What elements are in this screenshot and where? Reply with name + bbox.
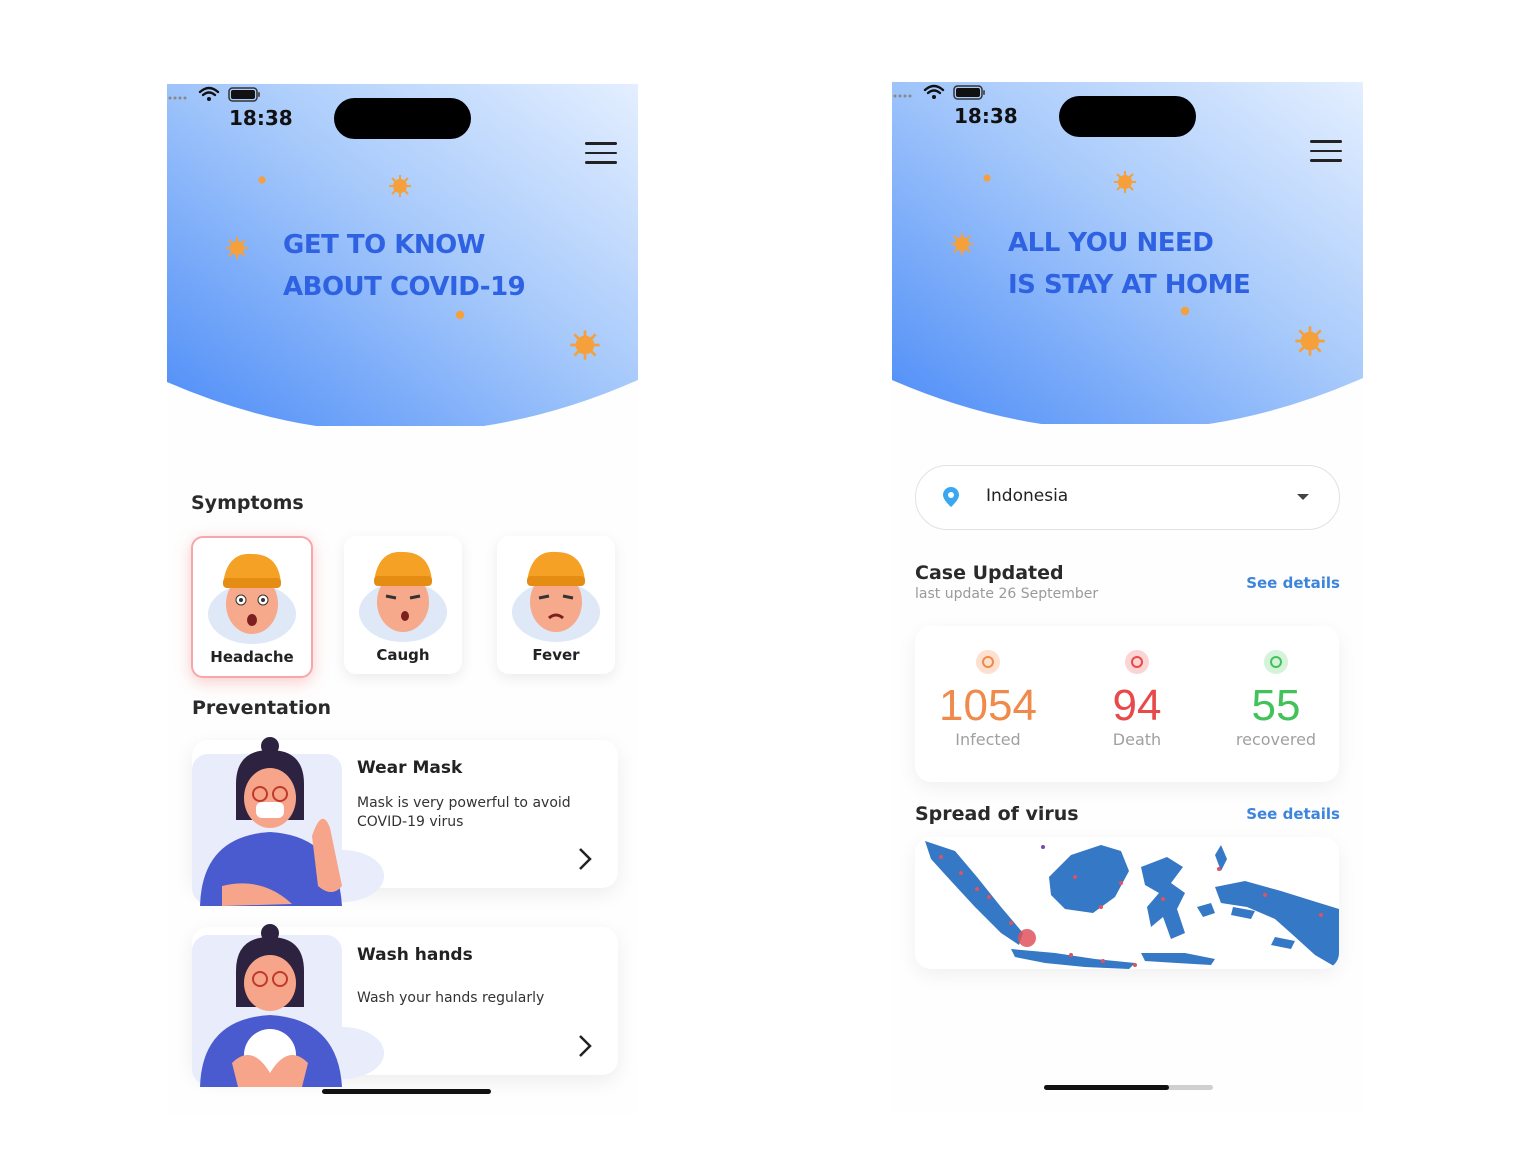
case-stats-card: 1054 Infected 94 Death 55 recovered bbox=[915, 626, 1339, 782]
prevention-title-text: Wear Mask bbox=[357, 758, 463, 778]
prevention-title: Preventation bbox=[192, 697, 332, 719]
prevention-description: Wash your hands regularly bbox=[357, 990, 545, 1006]
spread-see-details-link[interactable]: See details bbox=[1246, 805, 1340, 823]
indonesia-map bbox=[925, 841, 1339, 969]
virus-icon bbox=[951, 233, 973, 255]
phone-screen-left: 18:38 GET TO KNOW ABOUT COVID-19 Symptom… bbox=[167, 84, 638, 1114]
symptom-label: Caugh bbox=[376, 646, 430, 664]
virus-icon bbox=[455, 310, 465, 320]
battery-icon bbox=[953, 85, 985, 100]
virus-icon bbox=[389, 175, 411, 197]
status-icons bbox=[893, 84, 985, 100]
virus-icon bbox=[226, 237, 248, 259]
hero-title: GET TO KNOW ABOUT COVID-19 bbox=[283, 224, 526, 308]
hero-header: 18:38 ALL YOU NEED IS STAY AT HOME bbox=[892, 82, 1363, 424]
prevention-card-wash-hands[interactable]: Wash hands Wash your hands regularly bbox=[192, 924, 618, 1087]
battery-icon bbox=[228, 87, 260, 102]
stat-value: 1054 bbox=[939, 681, 1037, 730]
stat-infected: 1054 Infected bbox=[918, 626, 1058, 749]
hero-title-line2: ABOUT COVID-19 bbox=[283, 272, 526, 302]
hamburger-menu-icon[interactable] bbox=[1310, 140, 1342, 166]
phone-screen-right: 18:38 ALL YOU NEED IS STAY AT HOME Indon… bbox=[892, 82, 1363, 1112]
hero-title-line2: IS STAY AT HOME bbox=[1008, 270, 1251, 300]
stat-death: 94 Death bbox=[1067, 626, 1207, 749]
death-indicator-icon bbox=[1125, 650, 1149, 674]
wifi-icon bbox=[923, 84, 945, 95]
stat-label: recovered bbox=[1235, 730, 1317, 749]
last-update-text: last update 26 September bbox=[915, 586, 1099, 602]
country-dropdown[interactable]: Indonesia bbox=[915, 465, 1340, 530]
hero-title-line1: ALL YOU NEED bbox=[1008, 228, 1214, 258]
virus-icon bbox=[258, 176, 266, 184]
symptom-label: Headache bbox=[210, 648, 294, 666]
prevention-card-wear-mask[interactable]: Wear Mask Mask is very powerful to avoid… bbox=[192, 737, 618, 906]
virus-icon bbox=[1180, 306, 1190, 316]
virus-icon bbox=[983, 174, 991, 182]
stat-value: 94 bbox=[1112, 681, 1162, 730]
hero-title-line1: GET TO KNOW bbox=[283, 230, 485, 260]
hero-title: ALL YOU NEED IS STAY AT HOME bbox=[1008, 222, 1251, 306]
chevron-down-icon bbox=[1297, 494, 1309, 500]
symptom-label: Fever bbox=[532, 646, 580, 664]
status-time: 18:38 bbox=[229, 106, 293, 130]
stat-value: 55 bbox=[1251, 681, 1301, 730]
stat-label: Death bbox=[1112, 730, 1162, 749]
infected-indicator-icon bbox=[976, 650, 1000, 674]
case-see-details-link[interactable]: See details bbox=[1246, 574, 1340, 592]
case-updated-title: Case Updated bbox=[915, 562, 1064, 584]
prevention-title-text: Wash hands bbox=[357, 945, 473, 965]
chevron-right-icon[interactable] bbox=[574, 1033, 596, 1059]
status-icons bbox=[168, 86, 260, 102]
virus-icon bbox=[1114, 171, 1136, 193]
dynamic-island bbox=[1059, 96, 1196, 137]
headache-illustration bbox=[208, 553, 296, 644]
spread-map-card[interactable] bbox=[915, 837, 1339, 969]
home-indicator[interactable] bbox=[322, 1089, 491, 1094]
virus-icon bbox=[570, 330, 600, 360]
stat-label: Infected bbox=[955, 730, 1021, 749]
symptoms-title: Symptoms bbox=[191, 492, 304, 514]
hamburger-menu-icon[interactable] bbox=[585, 142, 617, 168]
prevention-description: Mask is very powerful to avoid COVID-19 … bbox=[357, 795, 571, 830]
dynamic-island bbox=[334, 98, 471, 139]
location-pin-icon bbox=[943, 487, 959, 507]
hero-header: 18:38 GET TO KNOW ABOUT COVID-19 bbox=[167, 84, 638, 426]
caugh-illustration bbox=[359, 551, 447, 642]
virus-icon bbox=[1295, 326, 1325, 356]
wifi-icon bbox=[198, 86, 220, 97]
symptom-card-fever[interactable]: Fever bbox=[497, 536, 615, 674]
symptom-card-headache[interactable]: Headache bbox=[191, 536, 313, 678]
chevron-right-icon[interactable] bbox=[574, 846, 596, 872]
country-value: Indonesia bbox=[986, 486, 1069, 506]
spread-title: Spread of virus bbox=[915, 803, 1079, 825]
symptom-card-caugh[interactable]: Caugh bbox=[344, 536, 462, 674]
status-time: 18:38 bbox=[954, 104, 1018, 128]
recovered-indicator-icon bbox=[1264, 650, 1288, 674]
stat-recovered: 55 recovered bbox=[1206, 626, 1346, 749]
fever-illustration bbox=[512, 551, 600, 642]
home-indicator[interactable] bbox=[1044, 1085, 1169, 1090]
